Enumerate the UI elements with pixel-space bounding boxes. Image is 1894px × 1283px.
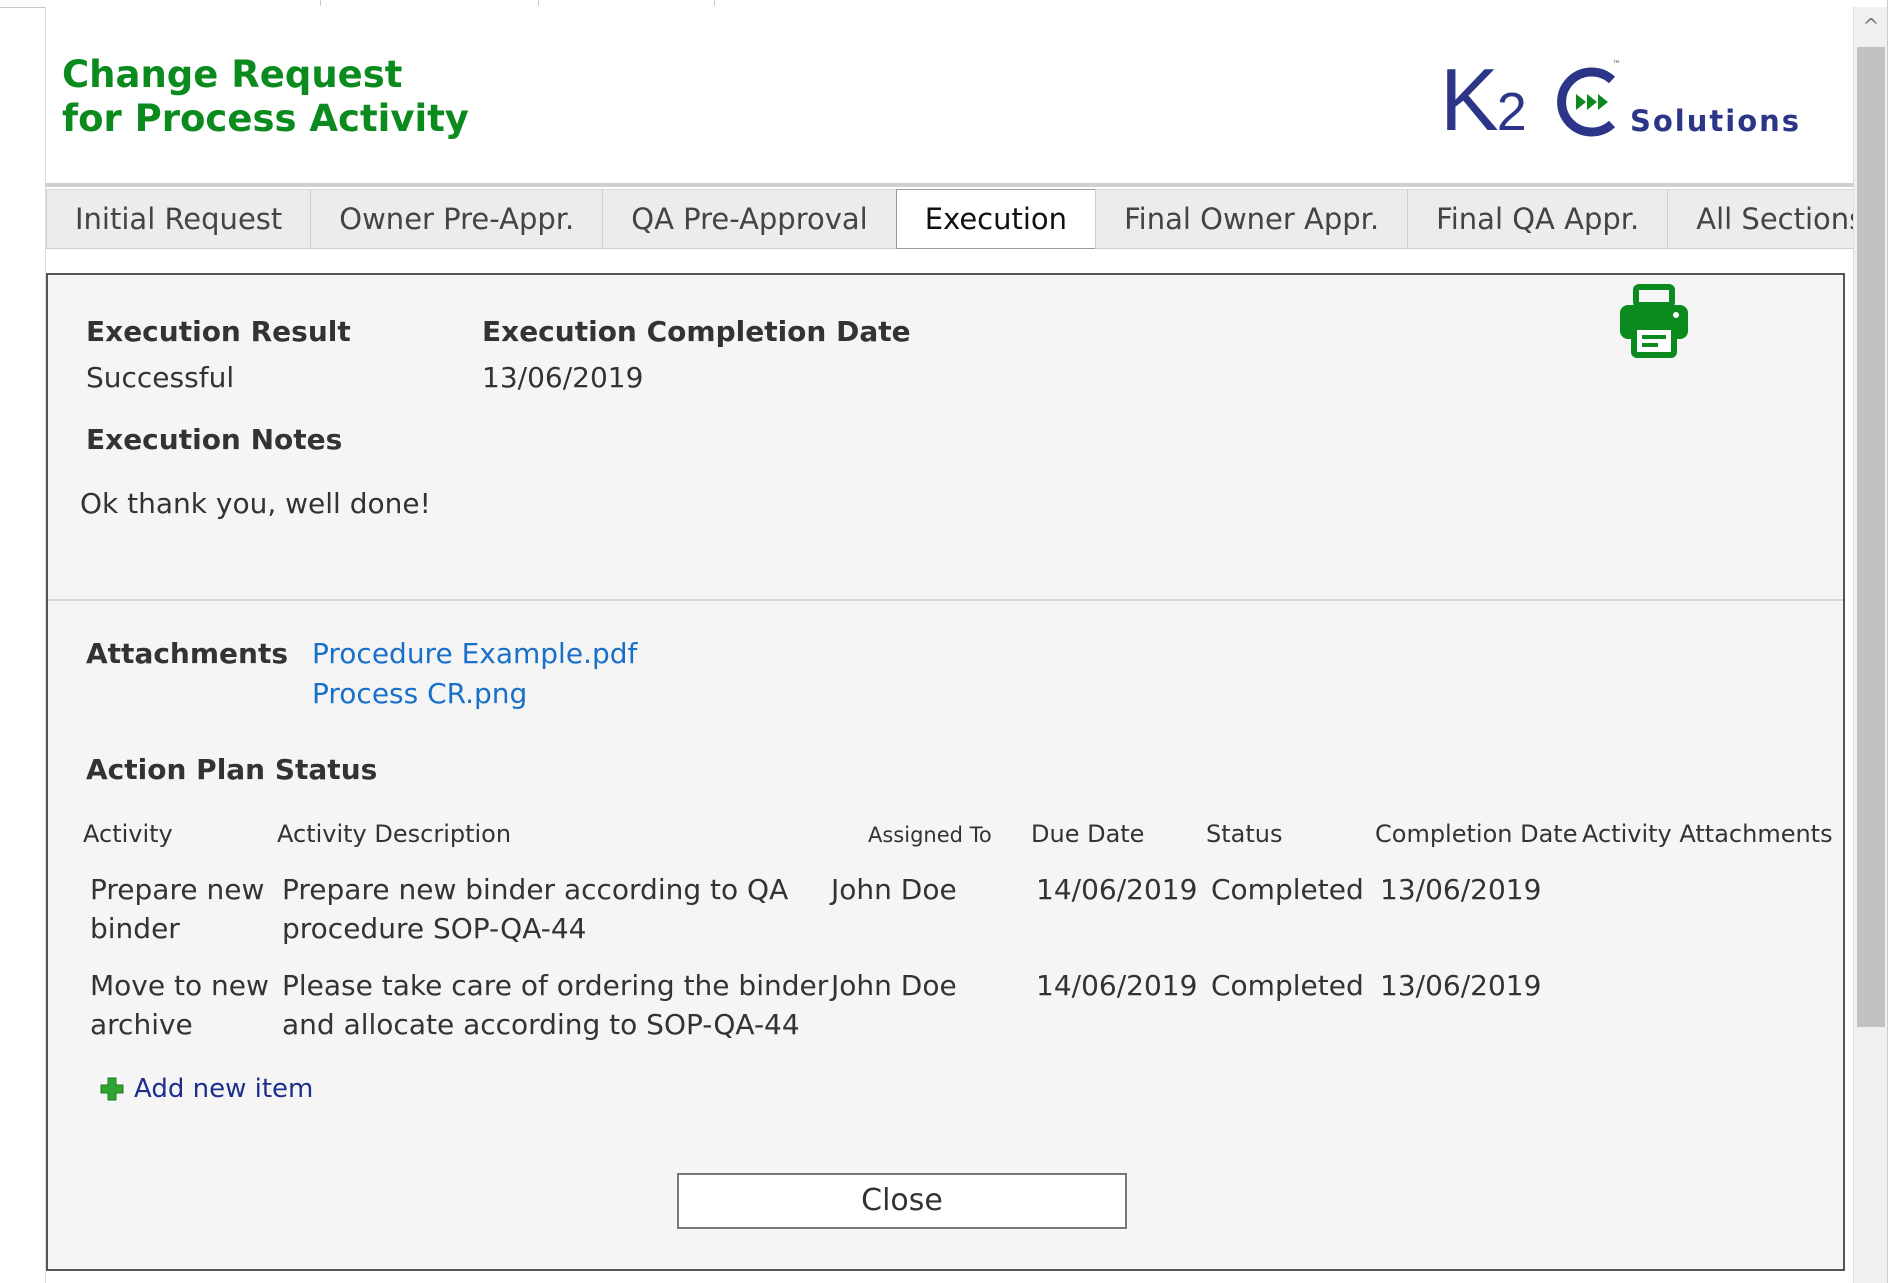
row-assigned-to: John Doe: [831, 873, 957, 906]
attachment-link[interactable]: Process CR.png: [312, 677, 527, 710]
add-new-item-button[interactable]: Add new item: [100, 1071, 313, 1107]
logo-wordmark: K2: [1440, 56, 1527, 156]
window-edge: [1887, 0, 1894, 1283]
attachments-label: Attachments: [86, 637, 289, 670]
panel-divider: [48, 599, 1843, 601]
scroll-up-arrow-icon[interactable]: ^: [1854, 7, 1888, 45]
row-description: Prepare new binder according to QA proce…: [282, 873, 789, 945]
add-new-item-label: Add new item: [134, 1074, 314, 1104]
plus-icon: [100, 1077, 124, 1101]
logo-solutions-text: Solutions: [1630, 104, 1802, 138]
row-description: Please take care of ordering the binder …: [282, 969, 829, 1041]
tab-final-owner-approval[interactable]: Final Owner Appr.: [1095, 189, 1409, 249]
row-activity: Prepare new binder: [90, 873, 265, 945]
strip-separator: [538, 0, 539, 6]
tab-qa-pre-approval[interactable]: QA Pre-Approval: [602, 189, 897, 249]
action-plan-title: Action Plan Status: [86, 753, 378, 786]
logo-k: K: [1440, 50, 1499, 149]
column-header-due-date: Due Date: [1031, 820, 1145, 848]
logo-trademark: ™: [1612, 60, 1621, 70]
header-divider: [45, 183, 1853, 187]
row-completion-date: 13/06/2019: [1380, 969, 1542, 1002]
page-title-line2: for Process Activity: [62, 97, 469, 140]
execution-notes-label: Execution Notes: [86, 423, 343, 456]
tab-initial-request[interactable]: Initial Request: [46, 189, 312, 249]
row-completion-date: 13/06/2019: [1380, 873, 1542, 906]
execution-panel: Execution Result Successful Execution Co…: [46, 273, 1845, 1271]
strip-separator: [320, 0, 321, 6]
vertical-scrollbar[interactable]: ^: [1853, 7, 1888, 1283]
execution-result-label: Execution Result: [86, 315, 351, 348]
column-header-completion-date: Completion Date: [1375, 820, 1578, 848]
logo-c-arrows-icon: [1557, 67, 1616, 137]
tab-final-qa-approval[interactable]: Final QA Appr.: [1407, 189, 1669, 249]
execution-notes-value: Ok thank you, well done!: [80, 487, 431, 520]
close-button[interactable]: Close: [677, 1173, 1127, 1229]
column-header-description: Activity Description: [277, 820, 512, 848]
tab-execution[interactable]: Execution: [895, 189, 1097, 249]
section-tabs: Initial Request Owner Pre-Appr. QA Pre-A…: [46, 189, 1894, 249]
execution-completion-date-label: Execution Completion Date: [482, 315, 911, 348]
row-activity: Move to new archive: [90, 969, 269, 1041]
k2c-solutions-logo: K2 ™ Solutions: [1440, 56, 1820, 146]
row-due-date: 14/06/2019: [1036, 969, 1198, 1002]
row-status: Completed: [1211, 873, 1364, 906]
row-assigned-to: John Doe: [831, 969, 957, 1002]
column-header-assigned-to: Assigned To: [868, 823, 992, 847]
strip-separator: [714, 0, 715, 6]
scrollbar-thumb[interactable]: [1857, 47, 1885, 1027]
execution-result-value: Successful: [86, 361, 235, 394]
column-header-status: Status: [1206, 820, 1283, 848]
attachment-link[interactable]: Procedure Example.pdf: [312, 637, 637, 670]
logo-2: 2: [1496, 82, 1527, 142]
page-title: Change Request for Process Activity: [62, 53, 469, 141]
tab-owner-pre-approval[interactable]: Owner Pre-Appr.: [310, 189, 604, 249]
column-header-activity: Activity: [83, 820, 173, 848]
row-due-date: 14/06/2019: [1036, 873, 1198, 906]
column-header-activity-attachments: Activity Attachments: [1582, 820, 1833, 848]
row-status: Completed: [1211, 969, 1364, 1002]
printer-icon[interactable]: [1616, 283, 1692, 359]
page-title-line1: Change Request: [62, 53, 403, 96]
execution-completion-date-value: 13/06/2019: [482, 361, 644, 394]
